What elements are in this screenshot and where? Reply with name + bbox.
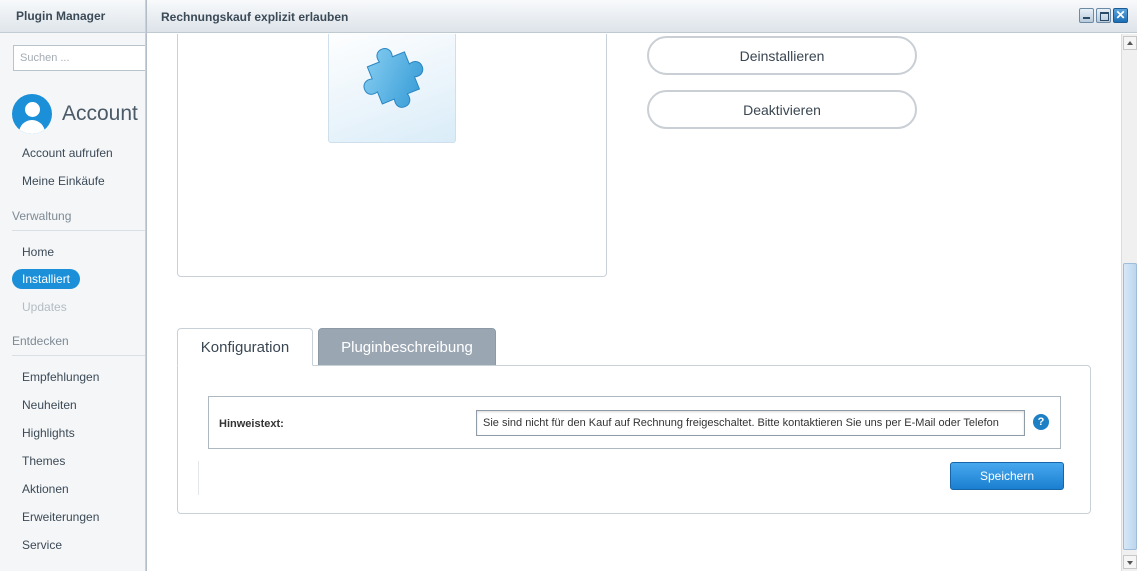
sidebar-title: Plugin Manager <box>0 0 145 33</box>
nav-updates: Updates <box>22 300 67 314</box>
tab-pluginbeschreibung[interactable]: Pluginbeschreibung <box>318 328 496 366</box>
minimize-icon[interactable] <box>1079 8 1094 23</box>
nav-neuheiten[interactable]: Neuheiten <box>22 398 77 412</box>
hinweistext-input[interactable] <box>476 410 1025 436</box>
section-verwaltung: Verwaltung <box>12 209 145 231</box>
help-icon[interactable]: ? <box>1033 414 1049 430</box>
deactivate-button[interactable]: Deaktivieren <box>647 90 917 129</box>
nav-meine-einkaeufe[interactable]: Meine Einkäufe <box>22 174 105 188</box>
window-titlebar[interactable]: Rechnungskauf explizit erlauben ✕ <box>147 0 1137 33</box>
panel-divider <box>198 461 199 495</box>
nav-aktionen[interactable]: Aktionen <box>22 482 69 496</box>
hinweistext-label: Hinweistext: <box>219 418 284 430</box>
window-controls: ✕ <box>1079 8 1128 23</box>
nav-service[interactable]: Service <box>22 538 62 552</box>
section-entdecken: Entdecken <box>12 334 145 356</box>
scrollbar-thumb[interactable] <box>1123 263 1137 550</box>
vertical-scrollbar[interactable] <box>1121 34 1137 571</box>
search-input[interactable] <box>13 45 145 71</box>
avatar-icon <box>12 94 52 134</box>
close-icon[interactable]: ✕ <box>1113 8 1128 23</box>
plugin-manager-sidebar: Plugin Manager Account Account aufrufen … <box>0 0 146 571</box>
save-button[interactable]: Speichern <box>950 462 1064 490</box>
account-title: Account <box>62 102 138 125</box>
hinweistext-row: Hinweistext: ? <box>208 396 1061 449</box>
scroll-up-icon[interactable] <box>1123 36 1137 50</box>
nav-home[interactable]: Home <box>22 245 54 259</box>
config-panel: Hinweistext: ? Speichern <box>177 365 1091 514</box>
tab-konfiguration[interactable]: Konfiguration <box>177 328 313 366</box>
nav-account-aufrufen[interactable]: Account aufrufen <box>22 146 113 160</box>
nav-erweiterungen[interactable]: Erweiterungen <box>22 510 99 524</box>
window-title: Rechnungskauf explizit erlauben <box>161 10 349 24</box>
uninstall-button[interactable]: Deinstallieren <box>647 36 917 75</box>
scroll-down-icon[interactable] <box>1123 555 1137 569</box>
account-header[interactable]: Account <box>12 94 138 134</box>
maximize-icon[interactable] <box>1096 8 1111 23</box>
nav-installiert[interactable]: Installiert <box>12 269 81 289</box>
plugin-detail-window: Rechnungskauf explizit erlauben ✕ Deinst… <box>146 0 1137 571</box>
window-content: Deinstallieren Deaktivieren Konfiguratio… <box>147 34 1122 571</box>
plugin-thumbnail <box>328 34 456 143</box>
nav-highlights[interactable]: Highlights <box>22 426 75 440</box>
puzzle-icon <box>363 48 424 108</box>
nav-empfehlungen[interactable]: Empfehlungen <box>22 370 99 384</box>
plugin-preview-box <box>177 34 607 277</box>
nav-themes[interactable]: Themes <box>22 454 65 468</box>
